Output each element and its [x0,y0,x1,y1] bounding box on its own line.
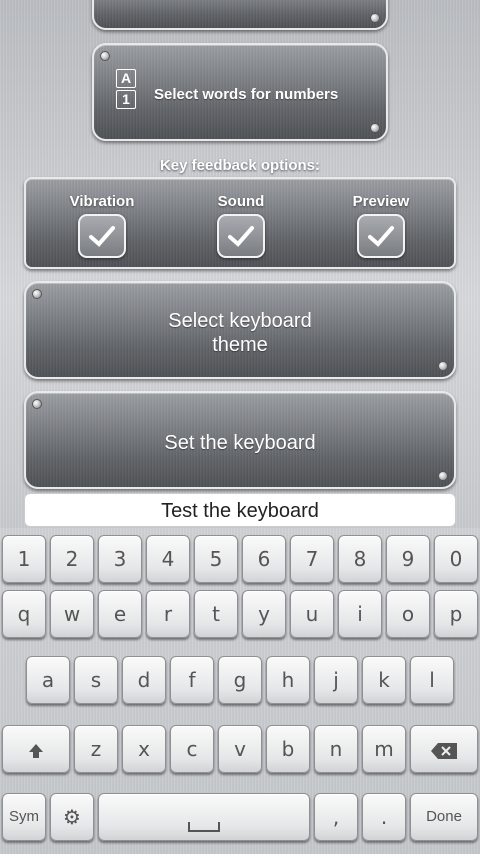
key-x[interactable]: x [122,725,166,773]
shift-icon [29,743,43,758]
key-u[interactable]: u [290,590,334,638]
sound-checkbox[interactable] [217,214,265,258]
shift-key[interactable] [2,725,70,773]
key-a[interactable]: a [26,656,70,704]
bolt-icon [438,471,448,481]
on-screen-keyboard: 1 2 3 4 5 6 7 8 9 0 q w e r t y u i o p … [0,528,480,854]
key-g[interactable]: g [218,656,262,704]
check-icon [368,226,394,247]
key-6[interactable]: 6 [242,535,286,583]
key-f[interactable]: f [170,656,214,704]
period-key[interactable]: . [362,793,406,841]
key-0[interactable]: 0 [434,535,478,583]
check-icon [89,226,115,247]
comma-key[interactable]: , [314,793,358,841]
sound-option[interactable]: Sound [186,193,296,263]
bolt-icon [370,123,380,133]
key-2[interactable]: 2 [50,535,94,583]
space-bar-icon [188,821,220,832]
key-5[interactable]: 5 [194,535,238,583]
key-i[interactable]: i [338,590,382,638]
key-q[interactable]: q [2,590,46,638]
key-9[interactable]: 9 [386,535,430,583]
key-b[interactable]: b [266,725,310,773]
check-icon [228,226,254,247]
bolt-icon [32,399,42,409]
key-p[interactable]: p [434,590,478,638]
bolt-icon [32,289,42,299]
sound-label: Sound [217,193,265,210]
preview-label: Preview [352,193,410,210]
sym-key[interactable]: Sym [2,793,46,841]
key-r[interactable]: r [146,590,190,638]
test-keyboard-field[interactable]: Test the keyboard [24,493,456,527]
key-m[interactable]: m [362,725,406,773]
key-z[interactable]: z [74,725,118,773]
theme-label-line1: Select keyboard [168,310,312,332]
select-keyboard-theme-button[interactable]: Select keyboard theme [24,281,456,379]
key-e[interactable]: e [98,590,142,638]
set-keyboard-button[interactable]: Set the keyboard [24,391,456,489]
previous-option-button[interactable] [92,0,388,30]
key-feedback-title: Key feedback options: [159,157,321,174]
key-h[interactable]: h [266,656,310,704]
backspace-icon [431,742,457,759]
bolt-icon [438,361,448,371]
key-n[interactable]: n [314,725,358,773]
key-s[interactable]: s [74,656,118,704]
settings-key[interactable]: ⚙ [50,793,94,841]
key-d[interactable]: d [122,656,166,704]
bolt-icon [370,13,380,23]
preview-checkbox[interactable] [357,214,405,258]
key-7[interactable]: 7 [290,535,334,583]
key-w[interactable]: w [50,590,94,638]
done-key[interactable]: Done [410,793,478,841]
key-y[interactable]: y [242,590,286,638]
key-l[interactable]: l [410,656,454,704]
vibration-option[interactable]: Vibration [47,193,157,263]
key-c[interactable]: c [170,725,214,773]
key-v[interactable]: v [218,725,262,773]
select-words-for-numbers-button[interactable]: A 1 Select words for numbers [92,43,388,141]
key-feedback-panel: Vibration Sound Preview [24,177,456,269]
select-words-label: Select words for numbers [154,86,339,103]
bolt-icon [100,51,110,61]
space-key[interactable] [98,793,310,841]
key-1[interactable]: 1 [2,535,46,583]
theme-label-line2: theme [212,334,268,356]
key-4[interactable]: 4 [146,535,190,583]
gear-icon: ⚙ [63,805,81,829]
key-8[interactable]: 8 [338,535,382,583]
key-t[interactable]: t [194,590,238,638]
text-number-icon: A 1 [116,69,138,111]
key-3[interactable]: 3 [98,535,142,583]
key-o[interactable]: o [386,590,430,638]
set-keyboard-label: Set the keyboard [164,432,316,454]
vibration-label: Vibration [69,193,135,210]
vibration-checkbox[interactable] [78,214,126,258]
backspace-key[interactable] [410,725,478,773]
key-k[interactable]: k [362,656,406,704]
key-j[interactable]: j [314,656,358,704]
preview-option[interactable]: Preview [326,193,436,263]
